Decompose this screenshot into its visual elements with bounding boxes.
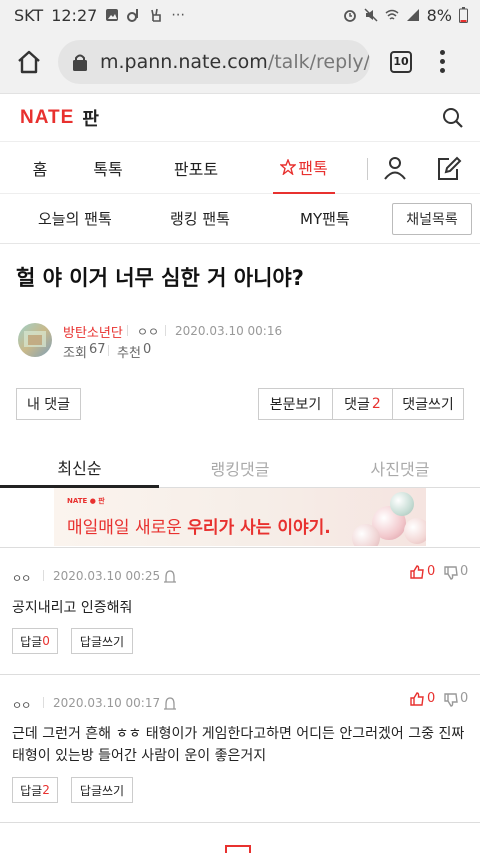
pann-logo[interactable]: 판 <box>82 105 99 131</box>
meta-divider <box>108 345 109 356</box>
search-icon[interactable] <box>442 107 464 129</box>
status-bar: SKT 12:27 ⋯ 8% <box>0 0 480 30</box>
nav-divider <box>367 158 368 180</box>
sub-nav: 오늘의 팬톡 랭킹 팬톡 MY팬톡 채널목록 <box>0 194 480 244</box>
comment-sort-tabs: 최신순 랭킹댓글 사진댓글 <box>0 448 480 488</box>
thumbs-down-icon[interactable] <box>444 693 458 707</box>
comment-datetime: 2020.03.10 00:25 <box>53 569 161 583</box>
url-host: m.pann.nate.com <box>100 50 268 73</box>
comment-author[interactable]: ㅇㅇ <box>12 570 31 586</box>
nav-toktok[interactable]: 톡톡 <box>86 142 130 194</box>
like-count: 0 <box>427 691 436 706</box>
home-button[interactable] <box>14 47 44 77</box>
more-notifications-icon: ⋯ <box>171 7 186 23</box>
comment-author[interactable]: ㅇㅇ <box>12 697 31 713</box>
site-header: NATE 판 <box>0 94 480 142</box>
like-count: 0 <box>427 564 436 579</box>
recommend-label: 추천 <box>117 346 141 361</box>
home-icon <box>18 50 40 73</box>
wifi-icon <box>385 9 399 20</box>
comment-text: 근데 그런거 흔해 ㅎㅎ 태형이가 게임한다고하면 어디든 안그러겠어 그중 진… <box>12 726 465 764</box>
comments-label: 댓글 <box>344 397 370 413</box>
report-icon[interactable] <box>163 569 177 583</box>
comments-count: 2 <box>371 396 381 412</box>
battery-icon <box>459 7 468 23</box>
subnav-today[interactable]: 오늘의 팬톡 <box>38 208 112 229</box>
nav-panphoto[interactable]: 판포토 <box>166 142 226 194</box>
divider <box>0 547 480 548</box>
tab-ranking-comments[interactable]: 랭킹댓글 <box>160 448 320 488</box>
thumbs-down-icon[interactable] <box>444 566 458 580</box>
pearl-decoration <box>352 524 380 546</box>
subnav-ranking[interactable]: 랭킹 팬톡 <box>170 208 230 229</box>
address-bar[interactable]: m.pann.nate.com/talk/reply/vi <box>58 39 370 84</box>
view-body-button[interactable]: 본문보기 <box>258 388 333 420</box>
nav-fantok[interactable]: 팬톡 <box>273 142 335 194</box>
browser-toolbar: m.pann.nate.com/talk/reply/vi 10 <box>0 30 480 94</box>
alarm-icon <box>343 10 356 22</box>
tab-latest[interactable]: 최신순 <box>0 448 159 488</box>
bts-notification-icon <box>127 9 139 22</box>
clock: 12:27 <box>51 5 98 25</box>
channel-list-button[interactable]: 채널목록 <box>392 203 472 235</box>
write-icon[interactable] <box>436 156 462 182</box>
mute-icon <box>364 8 378 22</box>
lock-icon <box>73 54 87 71</box>
comment-text: 공지내리고 인증해줘 <box>12 600 133 616</box>
post-datetime: 2020.03.10 00:16 <box>175 324 283 338</box>
thumbs-up-icon[interactable] <box>410 692 424 706</box>
meta-divider <box>43 570 44 581</box>
image-notification-icon <box>106 9 119 21</box>
banner-text: 매일매일 새로운 우리가 사는 이야기. <box>67 518 331 538</box>
url-path: /talk/reply/vi <box>267 50 370 73</box>
reply-count-button[interactable]: 답글 2 <box>12 777 58 803</box>
comment-datetime: 2020.03.10 00:17 <box>53 696 161 710</box>
main-nav: 홈 톡톡 판포토 팬톡 <box>0 142 480 194</box>
tab-photo-comments[interactable]: 사진댓글 <box>320 448 480 488</box>
battery-level: 8% <box>426 5 452 25</box>
subnav-my[interactable]: MY팬톡 <box>300 208 350 229</box>
views-count: 67 <box>89 342 106 357</box>
meta-divider <box>127 325 128 336</box>
dislike-count: 0 <box>460 564 469 579</box>
meta-divider <box>165 325 166 336</box>
views-label: 조회 <box>63 346 87 361</box>
report-icon[interactable] <box>163 696 177 710</box>
banner-logo: NATE ● 판 <box>67 497 105 505</box>
user-icon[interactable] <box>383 156 407 180</box>
pearl-decoration <box>404 518 426 544</box>
post-title: 헐 야 이거 너무 심한 거 아니야? <box>16 266 304 290</box>
divider <box>0 674 480 675</box>
meta-divider <box>43 697 44 708</box>
browser-menu-button[interactable] <box>440 50 446 73</box>
author-tag: ㅇㅇ <box>137 325 160 339</box>
dislike-count: 0 <box>460 691 469 706</box>
nav-fantok-label: 팬톡 <box>298 159 328 178</box>
write-reply-button[interactable]: 답글쓰기 <box>71 777 133 803</box>
comments-count-button[interactable]: 댓글 2 <box>332 388 393 420</box>
reply-count-button[interactable]: 답글 0 <box>12 628 58 654</box>
pagination-box[interactable] <box>225 845 251 853</box>
write-comment-button[interactable]: 댓글쓰기 <box>392 388 464 420</box>
peace-hand-icon <box>151 8 162 22</box>
nav-home[interactable]: 홈 <box>22 142 58 194</box>
write-reply-button[interactable]: 답글쓰기 <box>71 628 133 654</box>
nate-logo[interactable]: NATE <box>20 107 74 129</box>
pearl-decoration <box>390 492 414 516</box>
promo-banner[interactable]: NATE ● 판 매일매일 새로운 우리가 사는 이야기. <box>54 488 426 546</box>
signal-icon <box>406 9 419 21</box>
author-avatar[interactable] <box>18 323 52 357</box>
recommend-count: 0 <box>143 342 152 357</box>
divider <box>0 822 480 823</box>
my-comments-button[interactable]: 내 댓글 <box>16 388 81 420</box>
post-author[interactable]: 방탄소년단 <box>63 322 123 341</box>
star-icon <box>280 159 297 175</box>
thumbs-up-icon[interactable] <box>410 565 424 579</box>
carrier-label: SKT <box>14 5 44 25</box>
tab-switcher-button[interactable]: 10 <box>390 50 412 73</box>
